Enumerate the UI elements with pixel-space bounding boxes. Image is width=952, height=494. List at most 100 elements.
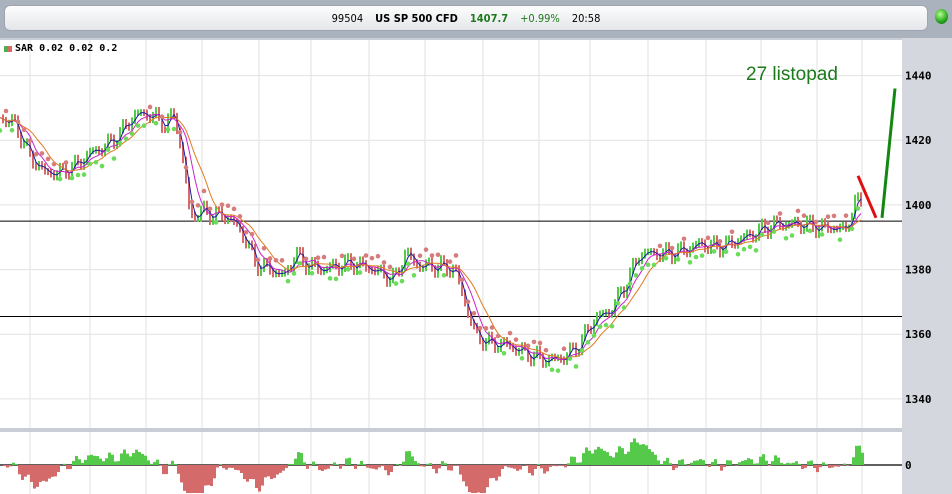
oscillator-bar bbox=[537, 464, 540, 465]
oscillator-bar bbox=[45, 465, 48, 482]
sar-dot bbox=[81, 172, 87, 177]
y-tick-label: 1400 bbox=[905, 199, 932, 212]
oscillator-bar bbox=[468, 465, 471, 493]
oscillator-bar bbox=[123, 449, 126, 465]
oscillator-bar bbox=[672, 465, 675, 471]
legend-swatch-icon bbox=[4, 45, 12, 52]
oscillator-bar bbox=[576, 462, 579, 465]
oscillator-bar bbox=[138, 452, 141, 465]
y-tick-label: 1340 bbox=[905, 393, 932, 406]
oscillator-bar bbox=[210, 465, 213, 487]
connection-status-icon bbox=[935, 9, 948, 24]
oscillator-bar bbox=[252, 465, 255, 480]
oscillator-bar bbox=[264, 465, 267, 478]
oscillator-bar bbox=[591, 453, 594, 465]
oscillator-bar bbox=[720, 465, 723, 471]
sar-dot bbox=[75, 172, 81, 178]
oscillator-bar bbox=[384, 465, 387, 471]
oscillator-bar bbox=[84, 459, 87, 465]
oscillator-bar bbox=[444, 463, 447, 465]
oscillator-bar bbox=[546, 465, 549, 472]
sar-dot bbox=[9, 127, 15, 133]
oscillator-bar bbox=[753, 463, 756, 465]
oscillator-bar bbox=[594, 449, 597, 465]
oscillator-bar bbox=[288, 463, 291, 465]
sar-dot bbox=[501, 350, 507, 356]
oscillator-bar bbox=[831, 465, 834, 468]
sar-dot bbox=[177, 129, 183, 135]
oscillator-bar bbox=[435, 465, 438, 474]
sar-dot bbox=[285, 278, 291, 284]
oscillator-bar bbox=[339, 465, 342, 469]
oscillator-bar bbox=[201, 465, 204, 493]
oscillator-bar bbox=[378, 465, 381, 468]
oscillator-bar bbox=[117, 461, 120, 465]
oscillator-bar bbox=[648, 449, 651, 465]
oscillator-bar bbox=[441, 461, 444, 465]
oscillator-bar bbox=[726, 460, 729, 465]
oscillator-bar bbox=[228, 465, 231, 468]
ticker-id: 99504 bbox=[331, 11, 364, 25]
sar-dot bbox=[129, 131, 135, 136]
oscillator-bar bbox=[702, 460, 705, 465]
oscillator-bar bbox=[297, 452, 300, 465]
sar-dot bbox=[825, 214, 831, 220]
oscillator-bar bbox=[3, 465, 6, 466]
oscillator-bar bbox=[105, 458, 108, 465]
oscillator-bar bbox=[78, 459, 81, 465]
oscillator-bar bbox=[270, 465, 273, 480]
sar-dot bbox=[321, 254, 327, 260]
sar-dot bbox=[795, 208, 801, 214]
sar-dot bbox=[393, 281, 399, 286]
sar-dot bbox=[15, 119, 21, 125]
y-tick-label: 1420 bbox=[905, 134, 932, 147]
top-bar: 99504 US SP 500 CFD 1407.7 +0.99% 20:58 bbox=[0, 0, 952, 38]
oscillator-bar bbox=[312, 461, 315, 465]
sar-dot bbox=[69, 175, 75, 181]
sar-dot bbox=[219, 202, 225, 207]
oscillator-bar bbox=[6, 465, 9, 468]
oscillator-bar bbox=[417, 463, 420, 465]
oscillator-bar bbox=[285, 465, 288, 468]
oscillator-bar bbox=[636, 442, 639, 465]
y-tick-label: 1360 bbox=[905, 328, 932, 341]
oscillator-bar bbox=[459, 465, 462, 475]
sar-dot bbox=[189, 199, 195, 205]
oscillator-bar bbox=[336, 464, 339, 465]
sar-dot bbox=[447, 259, 453, 264]
oscillator-bar bbox=[651, 451, 654, 465]
sar-dot bbox=[255, 257, 261, 263]
oscillator-bar bbox=[525, 465, 528, 466]
indicator-legend: SAR 0.02 0.02 0.2 bbox=[4, 43, 117, 54]
sar-dot bbox=[753, 248, 759, 253]
sar-dot bbox=[225, 203, 231, 209]
oscillator-bar bbox=[786, 462, 789, 465]
oscillator-bar bbox=[690, 462, 693, 465]
oscillator-bar bbox=[531, 465, 534, 476]
sar-dot bbox=[111, 156, 117, 161]
sar-dot bbox=[627, 281, 633, 286]
sar-dot bbox=[45, 156, 51, 162]
sar-dot bbox=[297, 261, 303, 266]
sar-dot bbox=[267, 256, 273, 261]
sar-dot bbox=[273, 258, 279, 263]
oscillator-bar bbox=[543, 465, 546, 474]
sar-dot bbox=[669, 245, 675, 251]
sar-dot bbox=[651, 262, 657, 268]
sar-dot bbox=[339, 253, 345, 259]
y-tick-label: 1440 bbox=[905, 70, 932, 83]
sar-dot bbox=[507, 330, 513, 336]
oscillator-bar bbox=[81, 462, 84, 465]
sar-dot bbox=[171, 126, 177, 132]
oscillator-bar bbox=[585, 447, 588, 465]
oscillator-bar bbox=[483, 465, 486, 493]
oscillator-bar bbox=[798, 463, 801, 465]
price-chart[interactable]: 1340 1360 1380 1400 1420 1440 27 listopad 0 bbox=[0, 38, 952, 494]
oscillator-bar bbox=[654, 454, 657, 465]
oscillator-bar bbox=[513, 465, 516, 469]
annotation-label: 27 listopad bbox=[746, 64, 838, 85]
sar-dot bbox=[453, 253, 459, 258]
oscillator-bar bbox=[387, 465, 390, 476]
oscillator-bar bbox=[129, 456, 132, 465]
sar-dot bbox=[435, 252, 441, 258]
